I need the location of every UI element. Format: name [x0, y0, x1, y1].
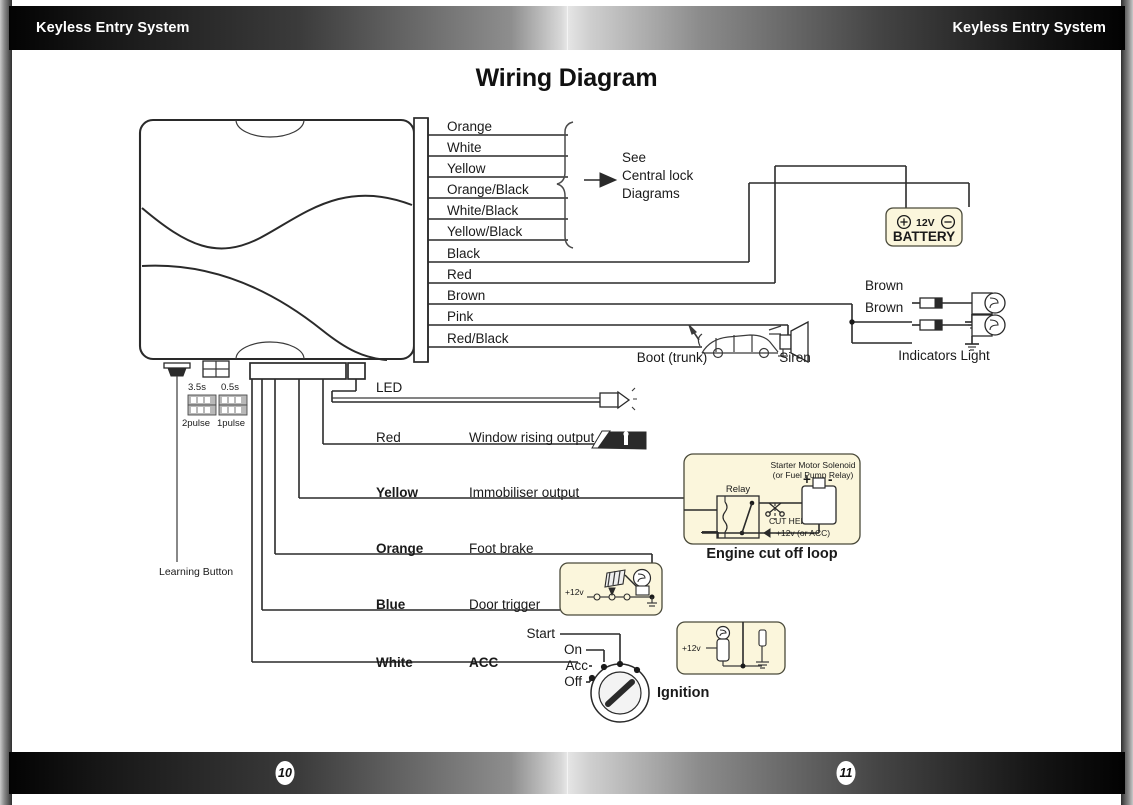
battery-voltage-label: 12V [916, 217, 935, 229]
door-trigger-module: +12v [559, 562, 663, 616]
engine-cutoff-module: Starter Motor Solenoid (or Fuel Pump Rel… [683, 453, 861, 562]
header-title-right: Keyless Entry System [952, 20, 1106, 36]
output-func-doortrigger: Door trigger [469, 597, 541, 612]
output-labels: LED Red Window rising output Yellow Immo… [376, 380, 595, 670]
footer-seam [567, 752, 568, 794]
wire-label-red-black: Red/Black [447, 331, 509, 346]
indicators-light-label: Indicators Light [898, 348, 990, 363]
wire-label-yellow-black: Yellow/Black [447, 224, 523, 239]
door-trigger-supply-label: +12v [565, 587, 584, 597]
indicators-light-group: Brown Brown Indicators Light [865, 278, 1006, 363]
output-func-immobiliser: Immobiliser output [469, 485, 580, 500]
page-number-left: 10 [275, 761, 295, 785]
output-color-blue: Blue [376, 597, 406, 612]
output-color-red: Red [376, 430, 401, 445]
solenoid-minus-label: - [828, 472, 833, 487]
wiring-diagram-canvas: Orange White Yellow Orange/Black White/B… [138, 117, 1006, 723]
wire-label-red: Red [447, 267, 472, 282]
ignition-pos-acc: Acc [565, 658, 588, 673]
output-color-white: White [376, 655, 413, 670]
output-color-orange: Orange [376, 541, 424, 556]
page-number-right: 11 [836, 761, 856, 785]
window-rising-icon [591, 430, 647, 450]
ignition-pos-start: Start [526, 626, 555, 641]
output-wire-group [251, 379, 684, 663]
battery-module: 12V BATTERY [885, 207, 963, 247]
output-func-footbrake: Foot brake [469, 541, 534, 556]
arrow-icon [599, 172, 618, 188]
wire-label-pink: Pink [447, 309, 474, 324]
central-lock-line-3: Diagrams [622, 186, 680, 201]
siren-group: Siren [778, 320, 811, 365]
boot-trunk-label: Boot (trunk) [637, 350, 708, 365]
battery-name-label: BATTERY [893, 229, 955, 244]
acc-supply-label: +12v [682, 643, 701, 653]
acc-module: +12v [676, 621, 786, 675]
ignition-pos-off: Off [564, 674, 582, 689]
indicator-wire-label-bottom: Brown [865, 300, 903, 315]
learning-button-label: Learning Button [159, 566, 233, 578]
header-seam [567, 6, 568, 50]
wire-label-black: Black [447, 246, 480, 261]
engine-cutoff-title: Engine cut off loop [706, 546, 837, 562]
wire-label-white-black: White/Black [447, 203, 519, 218]
solenoid-label-line1: Starter Motor Solenoid [770, 460, 855, 470]
ignition-pos-on: On [564, 642, 582, 657]
output-func-window: Window rising output [469, 430, 595, 445]
control-unit [138, 118, 416, 361]
dip-switch-group: 3.5s 2pulse 0.5s 1pulse [182, 360, 248, 429]
dip-pulse-label-2: 1pulse [217, 418, 245, 429]
header-bar: Keyless Entry System Keyless Entry Syste… [9, 6, 1125, 50]
siren-label: Siren [779, 350, 811, 365]
dip-time-label-2: 0.5s [221, 382, 239, 393]
harness-connector [413, 117, 429, 363]
page-frame-right [1121, 0, 1133, 805]
wire-label-orange-black: Orange/Black [447, 182, 529, 197]
diagram-sheet: Wiring Diagram Orange White Yellow Orang… [12, 50, 1121, 752]
dip-time-label-1: 3.5s [188, 382, 206, 393]
wire-label-white: White [447, 140, 482, 155]
page-frame-left [0, 0, 12, 805]
lower-connector-strip [249, 362, 366, 380]
footer-bar: 10 11 [9, 752, 1125, 794]
boot-trunk-group: Boot (trunk) [637, 324, 782, 365]
ignition-label: Ignition [657, 685, 709, 701]
car-icon [688, 324, 782, 359]
relay-label: Relay [726, 484, 751, 495]
wire-label-yellow: Yellow [447, 161, 486, 176]
central-lock-callout: See Central lock Diagrams [556, 121, 694, 249]
led-icon [599, 387, 637, 411]
engine-supply-label: +12v (or ACC) [776, 528, 830, 538]
wire-label-brown: Brown [447, 288, 485, 303]
output-func-led: LED [376, 380, 403, 395]
indicator-wire-label-top: Brown [865, 278, 903, 293]
solenoid-plus-label: + [803, 472, 811, 487]
output-func-acc: ACC [469, 655, 498, 670]
central-lock-line-2: Central lock [622, 168, 694, 183]
page-root: Keyless Entry System Keyless Entry Syste… [0, 0, 1133, 805]
learning-button-icon [163, 362, 191, 369]
wire-label-orange: Orange [447, 119, 492, 134]
dip-pulse-label-1: 2pulse [182, 418, 210, 429]
central-lock-line-1: See [622, 150, 646, 165]
header-title-left: Keyless Entry System [36, 20, 190, 36]
harness-wire-labels: Orange White Yellow Orange/Black White/B… [447, 119, 529, 346]
output-color-yellow: Yellow [376, 485, 419, 500]
